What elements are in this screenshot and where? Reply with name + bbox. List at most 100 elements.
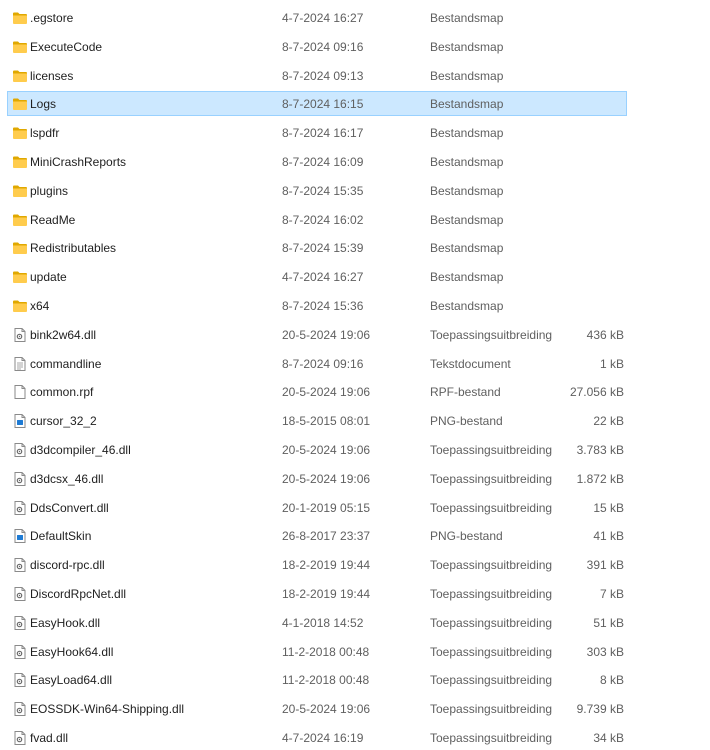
file-type: Bestandsmap [430, 11, 504, 25]
file-size: 22 kB [593, 414, 624, 428]
file-row[interactable]: cursor_32_2 18-5-2015 08:01 PNG-bestand … [7, 408, 627, 433]
file-type: RPF-bestand [430, 385, 501, 399]
file-row[interactable]: EasyHook64.dll 11-2-2018 00:48 Toepassin… [7, 639, 627, 664]
file-date-modified: 11-2-2018 00:48 [282, 673, 370, 687]
file-name: commandline [30, 357, 102, 371]
file-row[interactable]: EasyLoad64.dll 11-2-2018 00:48 Toepassin… [7, 667, 627, 692]
file-name: ExecuteCode [30, 40, 103, 54]
file-name: EasyHook64.dll [30, 645, 114, 659]
dll-file-icon [12, 586, 28, 602]
file-date-modified: 4-1-2018 14:52 [282, 616, 364, 630]
file-row[interactable]: fvad.dll 4-7-2024 16:19 Toepassingsuitbr… [7, 725, 627, 750]
folder-icon [12, 125, 28, 141]
file-row[interactable]: common.rpf 20-5-2024 19:06 RPF-bestand 2… [7, 379, 627, 404]
folder-icon [12, 240, 28, 256]
dll-file-icon [12, 615, 28, 631]
file-date-modified: 8-7-2024 09:16 [282, 40, 364, 54]
dll-file-icon [12, 500, 28, 516]
file-name: update [30, 270, 67, 284]
file-name: MiniCrashReports [30, 155, 127, 169]
file-name: x64 [30, 299, 50, 313]
folder-row[interactable]: ReadMe 8-7-2024 16:02 Bestandsmap [7, 207, 627, 232]
folder-row[interactable]: update 4-7-2024 16:27 Bestandsmap [7, 264, 627, 289]
file-list: .egstore 4-7-2024 16:27 Bestandsmap Exec… [0, 0, 710, 750]
file-date-modified: 18-2-2019 19:44 [282, 587, 371, 601]
file-name: lspdfr [30, 126, 60, 140]
file-row[interactable]: DdsConvert.dll 20-1-2019 05:15 Toepassin… [7, 495, 627, 520]
file-row[interactable]: d3dcsx_46.dll 20-5-2024 19:06 Toepassing… [7, 466, 627, 491]
file-row[interactable]: EOSSDK-Win64-Shipping.dll 20-5-2024 19:0… [7, 696, 627, 721]
file-name: cursor_32_2 [30, 414, 97, 428]
file-name: d3dcompiler_46.dll [30, 443, 131, 457]
blank-file-icon [12, 384, 28, 400]
folder-icon [12, 183, 28, 199]
folder-row[interactable]: x64 8-7-2024 15:36 Bestandsmap [7, 293, 627, 318]
dll-file-icon [12, 471, 28, 487]
file-size: 34 kB [593, 731, 624, 745]
folder-icon [12, 10, 28, 26]
folder-row[interactable]: MiniCrashReports 8-7-2024 16:09 Bestands… [7, 149, 627, 174]
file-name: DefaultSkin [30, 529, 92, 543]
file-date-modified: 18-5-2015 08:01 [282, 414, 371, 428]
file-name: common.rpf [30, 385, 94, 399]
file-row[interactable]: discord-rpc.dll 18-2-2019 19:44 Toepassi… [7, 552, 627, 577]
folder-row[interactable]: plugins 8-7-2024 15:35 Bestandsmap [7, 178, 627, 203]
file-size: 1 kB [599, 357, 624, 371]
file-name: licenses [30, 69, 74, 83]
folder-icon [12, 39, 28, 55]
file-date-modified: 8-7-2024 15:35 [282, 184, 364, 198]
image-file-icon [12, 528, 28, 544]
dll-file-icon [12, 701, 28, 717]
file-size: 9.739 kB [576, 702, 624, 716]
file-date-modified: 8-7-2024 15:39 [282, 241, 364, 255]
file-row[interactable]: EasyHook.dll 4-1-2018 14:52 Toepassingsu… [7, 610, 627, 635]
file-date-modified: 8-7-2024 16:09 [282, 155, 364, 169]
file-row[interactable]: bink2w64.dll 20-5-2024 19:06 Toepassings… [7, 322, 627, 347]
folder-icon [12, 96, 28, 112]
file-date-modified: 8-7-2024 16:02 [282, 213, 364, 227]
file-size: 8 kB [599, 673, 624, 687]
image-file-icon [12, 413, 28, 429]
file-date-modified: 4-7-2024 16:27 [282, 11, 364, 25]
file-type: PNG-bestand [430, 529, 503, 543]
folder-icon [12, 298, 28, 314]
file-type: Bestandsmap [430, 184, 504, 198]
file-date-modified: 4-7-2024 16:27 [282, 270, 364, 284]
file-name: plugins [30, 184, 69, 198]
dll-file-icon [12, 557, 28, 573]
file-date-modified: 20-5-2024 19:06 [282, 472, 371, 486]
file-date-modified: 8-7-2024 09:13 [282, 69, 364, 83]
folder-row[interactable]: lspdfr 8-7-2024 16:17 Bestandsmap [7, 120, 627, 145]
file-name: EasyLoad64.dll [30, 673, 113, 687]
file-row[interactable]: d3dcompiler_46.dll 20-5-2024 19:06 Toepa… [7, 437, 627, 462]
file-row[interactable]: DefaultSkin 26-8-2017 23:37 PNG-bestand … [7, 523, 627, 548]
dll-file-icon [12, 442, 28, 458]
file-size: 41 kB [593, 529, 624, 543]
folder-row[interactable]: Logs 8-7-2024 16:15 Bestandsmap [7, 91, 627, 116]
file-name: EasyHook.dll [30, 616, 101, 630]
folder-row[interactable]: licenses 8-7-2024 09:13 Bestandsmap [7, 63, 627, 88]
file-name: DdsConvert.dll [30, 501, 109, 515]
file-size: 51 kB [593, 616, 624, 630]
file-row[interactable]: commandline 8-7-2024 09:16 Tekstdocument… [7, 351, 627, 376]
text-file-icon [12, 356, 28, 372]
file-size: 7 kB [599, 587, 624, 601]
file-date-modified: 20-1-2019 05:15 [282, 501, 371, 515]
file-name: ReadMe [30, 213, 76, 227]
file-name: Redistributables [30, 241, 117, 255]
folder-row[interactable]: Redistributables 8-7-2024 15:39 Bestands… [7, 235, 627, 260]
folder-row[interactable]: .egstore 4-7-2024 16:27 Bestandsmap [7, 5, 627, 30]
file-date-modified: 18-2-2019 19:44 [282, 558, 371, 572]
dll-file-icon [12, 327, 28, 343]
folder-row[interactable]: ExecuteCode 8-7-2024 09:16 Bestandsmap [7, 34, 627, 59]
file-type: Bestandsmap [430, 299, 504, 313]
file-name: d3dcsx_46.dll [30, 472, 104, 486]
file-type: Bestandsmap [430, 155, 504, 169]
file-type: Bestandsmap [430, 126, 504, 140]
file-name: EOSSDK-Win64-Shipping.dll [30, 702, 185, 716]
file-size: 27.056 kB [569, 385, 624, 399]
file-row[interactable]: DiscordRpcNet.dll 18-2-2019 19:44 Toepas… [7, 581, 627, 606]
dll-file-icon [12, 644, 28, 660]
file-date-modified: 20-5-2024 19:06 [282, 385, 371, 399]
file-date-modified: 26-8-2017 23:37 [282, 529, 371, 543]
